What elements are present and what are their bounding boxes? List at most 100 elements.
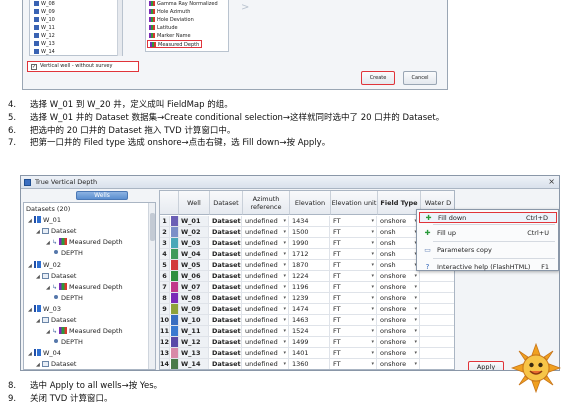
dataset-tree[interactable]: Datasets (20) ◢ W_01 ◢ Dataset ◢ ↳ Measured Dep… bbox=[23, 202, 156, 370]
table-row[interactable]: 12 W_12 Dataset undefined ▾ 1499 FT ▾ onshore ▾ bbox=[160, 337, 454, 348]
tvd-grid[interactable]: Well Dataset Azimuth reference Elevation… bbox=[159, 190, 455, 370]
tree-node-ds[interactable]: ◢ Dataset bbox=[36, 271, 76, 282]
log-item-measured-depth[interactable]: Measured Depth bbox=[147, 40, 203, 48]
dropdown-arrow-icon[interactable]: ▾ bbox=[371, 216, 374, 226]
tree-node-ds[interactable]: ◢ Dataset bbox=[36, 226, 76, 237]
cell-elevation[interactable]: 1524 bbox=[290, 326, 330, 336]
menu-item-fill-down[interactable]: ✚ Fill down Ctrl+D bbox=[419, 212, 557, 223]
cell-azimuth-select[interactable]: undefined ▾ bbox=[243, 315, 289, 325]
cell-elevation[interactable]: 1463 bbox=[290, 315, 330, 325]
dropdown-arrow-icon[interactable]: ▾ bbox=[371, 282, 374, 292]
table-row[interactable]: 2 W_02Datasetundefined ▾ 1500FT ▾ onsh▾ bbox=[160, 227, 454, 238]
dropdown-arrow-icon[interactable]: ▾ bbox=[414, 315, 417, 325]
log-list-item[interactable]: Latitude bbox=[149, 24, 178, 32]
tree-node-md[interactable]: ◢ ↳ Measured Depth bbox=[46, 237, 123, 248]
cell-field-type-select[interactable]: onsh▾ bbox=[378, 249, 420, 259]
cell-azimuth-select[interactable]: undefined ▾ bbox=[243, 348, 289, 358]
close-icon[interactable]: × bbox=[548, 176, 555, 188]
tree-node-well[interactable]: ◢ W_04 bbox=[28, 348, 61, 359]
cell-unit-select[interactable]: FT ▾ bbox=[331, 282, 377, 292]
move-right-arrow-icon[interactable]: > bbox=[241, 2, 249, 13]
cell-unit-select[interactable]: FT ▾ bbox=[331, 315, 377, 325]
dropdown-arrow-icon[interactable]: ▾ bbox=[414, 304, 417, 314]
cell-field-type-select[interactable]: onshore▾ bbox=[378, 216, 420, 226]
cell-field-type-select[interactable]: onshore▾ bbox=[378, 304, 420, 314]
menu-item-fill-up[interactable]: ✚ Fill up Ctrl+U bbox=[419, 228, 557, 239]
cell-field-type-select[interactable]: onshore▾ bbox=[378, 271, 420, 281]
col-header-well[interactable]: Well bbox=[179, 191, 210, 215]
cell-water-depth[interactable] bbox=[421, 315, 454, 325]
col-header-azimuth[interactable]: Azimuth reference bbox=[243, 191, 290, 215]
dropdown-arrow-icon[interactable]: ▾ bbox=[414, 293, 417, 303]
cell-azimuth-select[interactable]: undefined ▾ bbox=[243, 326, 289, 336]
cell-field-type-select[interactable]: onsh▾ bbox=[378, 260, 420, 270]
tree-node-ds[interactable]: ◢ Dataset bbox=[36, 315, 76, 326]
cell-elevation[interactable]: 1712 bbox=[290, 249, 330, 259]
table-row[interactable]: 14 W_14 Dataset undefined ▾ 1360 FT ▾ onshore ▾ bbox=[160, 359, 454, 369]
cell-elevation[interactable]: 1196 bbox=[290, 282, 330, 292]
col-header-dataset[interactable]: Dataset bbox=[210, 191, 243, 215]
cell-azimuth-select[interactable]: undefined ▾ bbox=[243, 359, 289, 369]
menu-item-interactive[interactable]: ? Interactive help (FlashHTML) F1 bbox=[419, 262, 557, 273]
cancel-button[interactable]: Cancel bbox=[403, 71, 437, 85]
cell-unit-select[interactable]: FT ▾ bbox=[331, 348, 377, 358]
dropdown-arrow-icon[interactable]: ▾ bbox=[283, 216, 286, 226]
cell-field-type-select[interactable]: onshore▾ bbox=[378, 337, 420, 347]
dropdown-arrow-icon[interactable]: ▾ bbox=[414, 282, 417, 292]
vertical-well-checkbox[interactable]: ✓ Vertical well - without survey bbox=[27, 61, 139, 72]
well-list-scrollbar[interactable] bbox=[117, 0, 122, 56]
dropdown-arrow-icon[interactable]: ▾ bbox=[371, 260, 374, 270]
col-header-elevation[interactable]: Elevation bbox=[290, 191, 331, 215]
cell-unit-select[interactable]: FT ▾ bbox=[331, 304, 377, 314]
cell-azimuth-select[interactable]: undefined ▾ bbox=[243, 238, 289, 248]
dropdown-arrow-icon[interactable]: ▾ bbox=[283, 249, 286, 259]
dropdown-arrow-icon[interactable]: ▾ bbox=[414, 348, 417, 358]
cell-water-depth[interactable] bbox=[421, 337, 454, 347]
tree-node-depth[interactable]: DEPTH bbox=[54, 293, 83, 304]
cell-field-type-select[interactable]: onshore▾ bbox=[378, 282, 420, 292]
cell-elevation[interactable]: 1360 bbox=[290, 359, 330, 369]
tree-node-well[interactable]: ◢ W_03 bbox=[28, 304, 61, 315]
cell-unit-select[interactable]: FT ▾ bbox=[331, 216, 377, 226]
cell-azimuth-select[interactable]: undefined ▾ bbox=[243, 260, 289, 270]
log-list-item[interactable]: Marker Name bbox=[149, 32, 191, 40]
cell-elevation[interactable]: 1224 bbox=[290, 271, 330, 281]
table-row[interactable]: 4 W_04Datasetundefined ▾ 1712FT ▾ onsh▾ bbox=[160, 249, 454, 260]
tree-node-md[interactable]: ◢ ↳ Measured Depth bbox=[46, 282, 123, 293]
table-row[interactable]: 9 W_09 Dataset undefined ▾ 1474 FT ▾ onshore ▾ bbox=[160, 304, 454, 315]
cell-elevation[interactable]: 1474 bbox=[290, 304, 330, 314]
dropdown-arrow-icon[interactable]: ▾ bbox=[371, 271, 374, 281]
tree-node-well[interactable]: ◢ W_02 bbox=[28, 260, 61, 271]
well-list-item[interactable]: W_13 bbox=[34, 40, 55, 48]
table-row[interactable]: 10 W_10 Dataset undefined ▾ 1463 FT ▾ onshore ▾ bbox=[160, 315, 454, 326]
create-button[interactable]: Create bbox=[361, 71, 395, 85]
well-list-item[interactable]: W_08 bbox=[34, 0, 55, 8]
dropdown-arrow-icon[interactable]: ▾ bbox=[283, 293, 286, 303]
col-header-field-type[interactable]: Field Type bbox=[378, 191, 421, 215]
cell-water-depth[interactable] bbox=[421, 348, 454, 358]
dropdown-arrow-icon[interactable]: ▾ bbox=[371, 227, 374, 237]
cell-elevation[interactable]: 1870 bbox=[290, 260, 330, 270]
dropdown-arrow-icon[interactable]: ▾ bbox=[371, 293, 374, 303]
cell-unit-select[interactable]: FT ▾ bbox=[331, 227, 377, 237]
dropdown-arrow-icon[interactable]: ▾ bbox=[283, 304, 286, 314]
dropdown-arrow-icon[interactable]: ▾ bbox=[414, 326, 417, 336]
cell-elevation[interactable]: 1239 bbox=[290, 293, 330, 303]
dropdown-arrow-icon[interactable]: ▾ bbox=[283, 271, 286, 281]
cell-azimuth-select[interactable]: undefined ▾ bbox=[243, 271, 289, 281]
cell-field-type-select[interactable]: onsh▾ bbox=[378, 227, 420, 237]
menu-item-parameters[interactable]: ▭ Parameters copy bbox=[419, 245, 557, 256]
dropdown-arrow-icon[interactable]: ▾ bbox=[283, 359, 286, 369]
dropdown-arrow-icon[interactable]: ▾ bbox=[371, 326, 374, 336]
dropdown-arrow-icon[interactable]: ▾ bbox=[371, 359, 374, 369]
cell-azimuth-select[interactable]: undefined ▾ bbox=[243, 304, 289, 314]
cell-unit-select[interactable]: FT ▾ bbox=[331, 326, 377, 336]
well-list-item[interactable]: W_12 bbox=[34, 32, 55, 40]
cell-field-type-select[interactable]: onshore▾ bbox=[378, 359, 420, 369]
tree-node-depth[interactable]: DEPTH bbox=[54, 248, 83, 259]
dropdown-arrow-icon[interactable]: ▾ bbox=[414, 359, 417, 369]
well-list-item[interactable]: W_11 bbox=[34, 24, 55, 32]
cell-water-depth[interactable] bbox=[421, 293, 454, 303]
well-list-item[interactable]: W_10 bbox=[34, 16, 55, 24]
tree-node-well[interactable]: ◢ W_01 bbox=[28, 215, 61, 226]
